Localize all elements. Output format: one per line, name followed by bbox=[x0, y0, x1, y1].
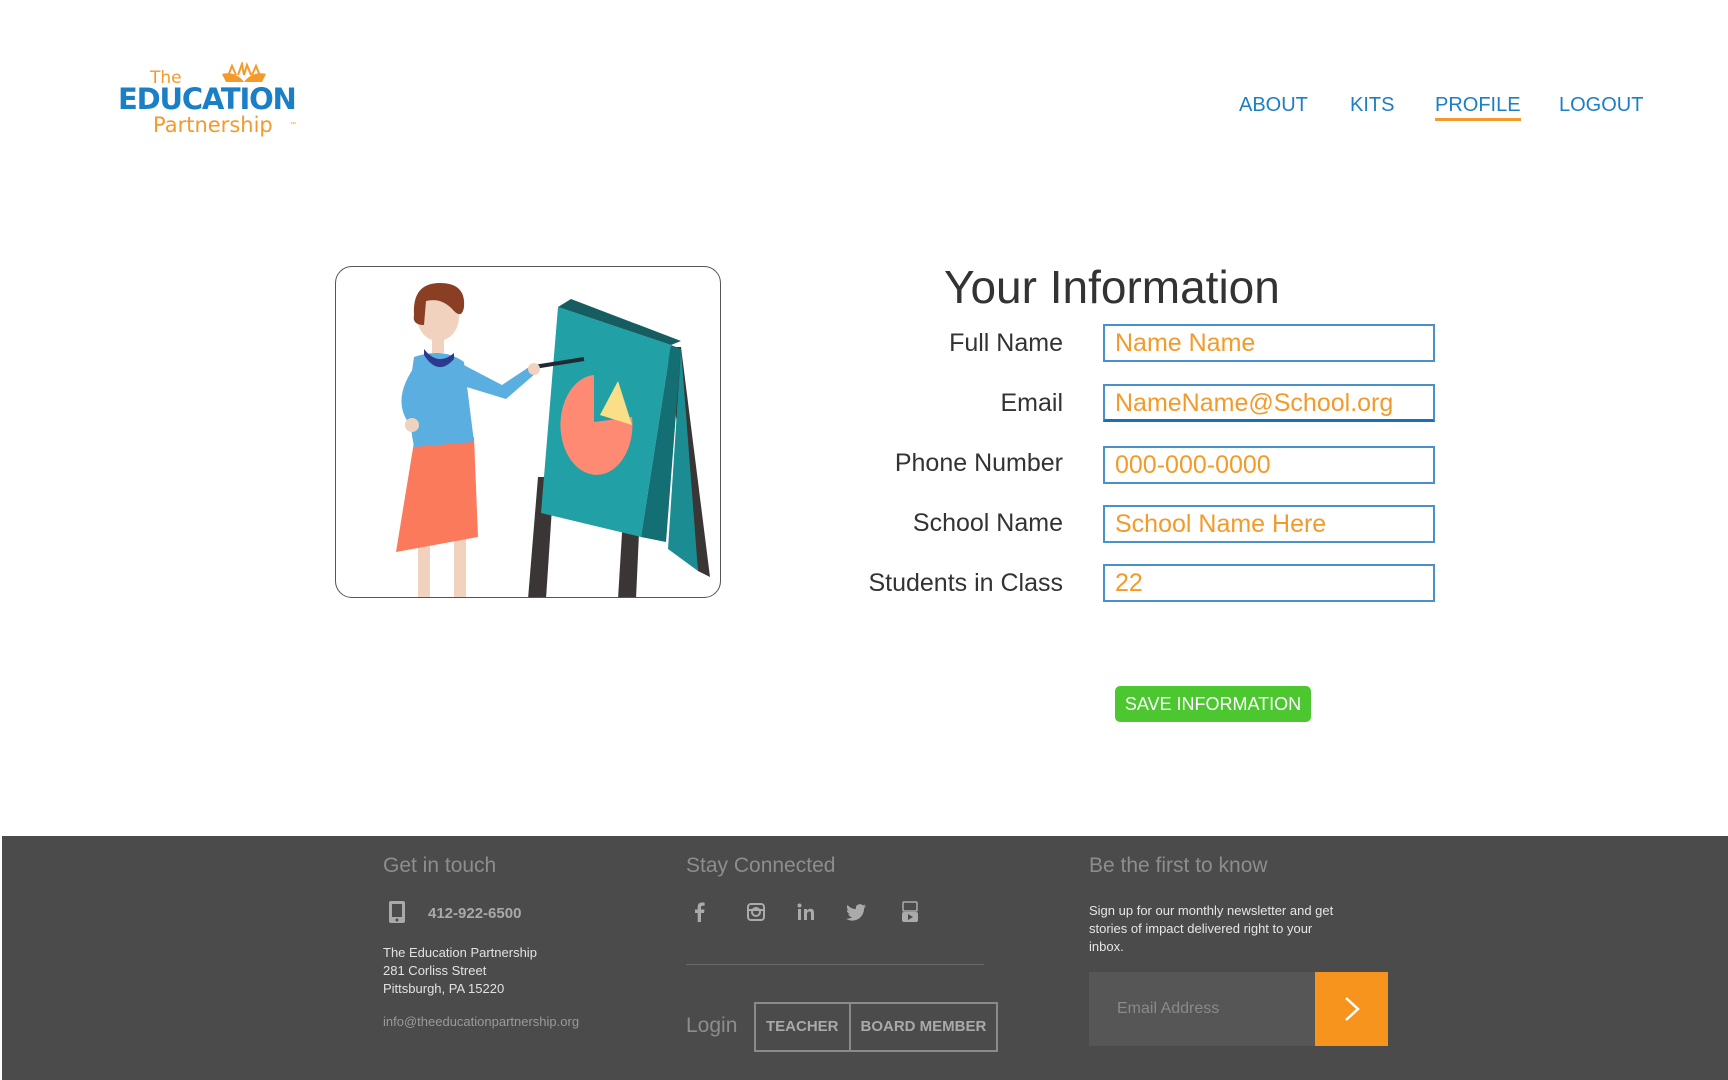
school-name-field[interactable]: School Name Here bbox=[1103, 505, 1435, 543]
newsletter-heading: Be the first to know bbox=[1089, 854, 1268, 877]
logo-partnership: Partnership bbox=[153, 113, 273, 137]
site-logo[interactable]: The EDUCATION Partnership ™ bbox=[118, 58, 298, 140]
contact-email-link[interactable]: info@theeducationpartnership.org bbox=[383, 1014, 579, 1029]
nav-profile[interactable]: PROFILE bbox=[1435, 94, 1521, 121]
students-in-class-field[interactable]: 22 bbox=[1103, 564, 1435, 602]
students-in-class-label: Students in Class bbox=[868, 569, 1063, 597]
chevron-right-icon bbox=[1345, 997, 1360, 1021]
mobile-phone-icon bbox=[389, 901, 405, 923]
phone-number-link[interactable]: 412-922-6500 bbox=[428, 905, 521, 922]
facebook-icon[interactable] bbox=[688, 900, 712, 924]
stay-connected-heading: Stay Connected bbox=[686, 854, 836, 877]
teacher-login-button[interactable]: TEACHER bbox=[756, 1004, 849, 1050]
logo-trademark: ™ bbox=[290, 122, 296, 128]
email-field[interactable]: NameName@School.org bbox=[1103, 384, 1435, 422]
phone-number-field[interactable]: 000-000-0000 bbox=[1103, 446, 1435, 484]
newsletter-submit-button[interactable] bbox=[1315, 972, 1388, 1046]
nav-logout[interactable]: LOGOUT bbox=[1559, 94, 1643, 117]
instagram-icon[interactable] bbox=[744, 900, 768, 924]
page-title: Your Information bbox=[944, 261, 1280, 313]
teacher-illustration bbox=[335, 266, 721, 598]
board-member-login-button[interactable]: BOARD MEMBER bbox=[848, 1004, 997, 1050]
address-line: Pittsburgh, PA 15220 bbox=[383, 981, 505, 996]
linkedin-icon[interactable] bbox=[794, 900, 818, 924]
school-name-label: School Name bbox=[912, 509, 1063, 537]
login-label: Login bbox=[686, 1014, 738, 1037]
full-name-label: Full Name bbox=[949, 329, 1063, 357]
full-name-field[interactable]: Name Name bbox=[1103, 324, 1435, 362]
logo-education: EDUCATION bbox=[118, 82, 297, 116]
address-line: The Education Partnership bbox=[383, 945, 537, 960]
site-footer: Get in touch Stay Connected Be the first… bbox=[2, 836, 1728, 1080]
address-block: The Education Partnership 281 Corliss St… bbox=[383, 944, 537, 998]
youtube-icon[interactable] bbox=[898, 900, 922, 924]
nav-kits[interactable]: KITS bbox=[1350, 94, 1394, 117]
save-information-button[interactable]: SAVE INFORMATION bbox=[1115, 686, 1311, 722]
nav-profile-label: PROFILE bbox=[1435, 94, 1521, 116]
address-line: 281 Corliss Street bbox=[383, 963, 487, 978]
newsletter-email-input[interactable]: Email Address bbox=[1089, 972, 1315, 1046]
nav-about[interactable]: ABOUT bbox=[1239, 94, 1308, 117]
get-in-touch-heading: Get in touch bbox=[383, 854, 497, 877]
active-nav-underline bbox=[1435, 118, 1521, 121]
email-label: Email bbox=[1000, 389, 1063, 417]
twitter-icon[interactable] bbox=[844, 900, 868, 924]
phone-number-label: Phone Number bbox=[894, 449, 1063, 477]
open-book-icon bbox=[222, 62, 266, 82]
teacher-presenting-image bbox=[396, 283, 710, 597]
newsletter-description: Sign up for our monthly newsletter and g… bbox=[1089, 903, 1334, 954]
footer-divider bbox=[686, 964, 984, 965]
login-button-group: TEACHER BOARD MEMBER bbox=[754, 1002, 999, 1052]
